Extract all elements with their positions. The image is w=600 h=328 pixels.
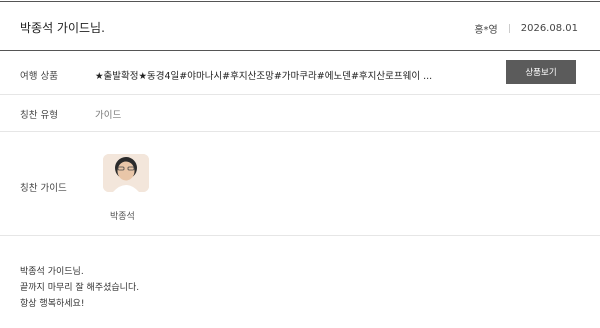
trip-product-row: 여행 상품 ★출발확정★동경4일#야마나시#후지산조망#가마쿠라#에노덴#후지산…	[0, 51, 600, 95]
review-title: 박종석 가이드님.	[20, 21, 105, 35]
praise-type-value: 가이드	[95, 110, 122, 121]
guide-photo-icon	[103, 154, 149, 192]
trip-product-label: 여행 상품	[20, 71, 58, 82]
review-date: 2026.08.01	[520, 23, 578, 34]
praise-guide-label: 칭찬 가이드	[20, 183, 67, 194]
review-message: 박종석 가이드님. 끝까지 마무리 잘 해주셨습니다. 항상 행복하세요!	[20, 264, 139, 312]
praise-type-row: 칭찬 유형 가이드	[0, 95, 600, 132]
message-line: 항상 행복하세요!	[20, 299, 85, 309]
review-header: 박종석 가이드님. 홍*영 2026.08.01	[0, 1, 600, 51]
review-detail: 박종석 가이드님. 홍*영 2026.08.01 여행 상품 ★출발확정★동경4…	[0, 0, 600, 328]
guide-avatar	[103, 154, 149, 192]
meta-divider	[508, 24, 510, 33]
review-author: 홍*영	[474, 25, 498, 36]
message-line: 박종석 가이드님.	[20, 267, 84, 277]
view-product-button[interactable]: 상품보기	[506, 60, 576, 84]
guide-name: 박종석	[110, 212, 135, 222]
praise-type-label: 칭찬 유형	[20, 110, 58, 121]
trip-product-value: ★출발확정★동경4일#야마나시#후지산조망#가마쿠라#에노덴#후지산로프웨이 .…	[95, 71, 433, 82]
review-meta: 홍*영 2026.08.01	[474, 21, 578, 36]
message-line: 끝까지 마무리 잘 해주셨습니다.	[20, 283, 140, 293]
praise-guide-row: 칭찬 가이드 박종석	[0, 132, 600, 236]
